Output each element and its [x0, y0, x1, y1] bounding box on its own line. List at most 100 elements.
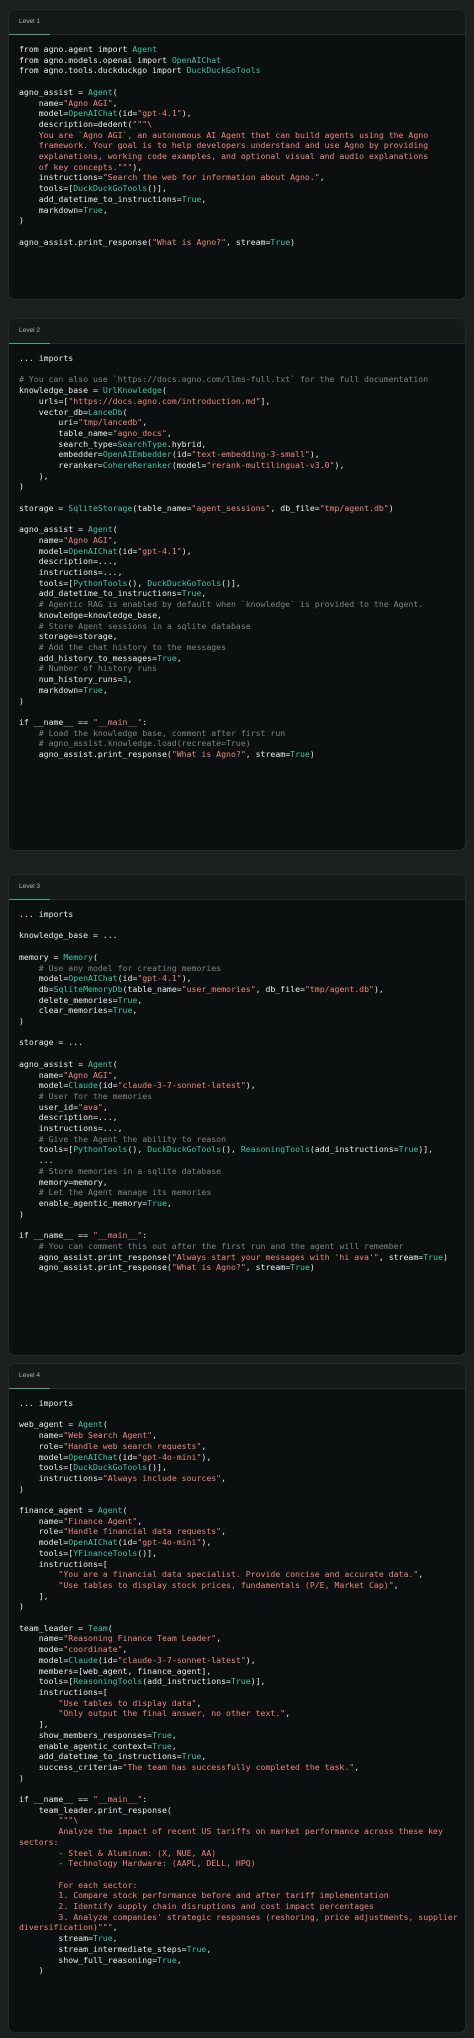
code-token: storage =	[19, 502, 69, 513]
code-token: tools=[	[19, 183, 74, 194]
code-token: ,	[122, 1644, 128, 1655]
code-line: show_full_reasoning=True,	[19, 1954, 181, 1965]
code-token: (add_instructions=	[309, 1144, 399, 1155]
code-token: ,	[221, 1472, 227, 1483]
code-token: # agno_assist.knowledge.load(recreate=Tr…	[19, 738, 251, 749]
code-token: reranker=	[19, 460, 103, 471]
tab-level-4[interactable]: Level 4	[9, 1364, 50, 1389]
code-token: True	[147, 1197, 167, 1208]
code-token: (table_name=	[122, 983, 182, 994]
code-line: agno_assist = Agent(	[19, 524, 118, 534]
code-token: enable_agentic_memory=	[19, 1197, 148, 1208]
tab-level-2[interactable]: Level 2	[9, 319, 50, 344]
code-line: ),	[19, 471, 49, 481]
code-token: ,	[166, 1197, 172, 1208]
code-line: ... imports	[19, 353, 73, 363]
code-token: True	[186, 1943, 207, 1954]
code-line: storage = SqliteStorage(table_name="agen…	[19, 503, 394, 513]
code-token: show_full_reasoning=	[19, 1954, 158, 1965]
code-token: "gpt-4.1"	[137, 973, 182, 984]
code-token: knowledge_base =	[19, 385, 103, 396]
code-line: vector_db=LanceDb(	[19, 406, 128, 417]
code-token: num_history_runs=	[19, 674, 123, 685]
code-line: # Add the chat history to the messages	[19, 642, 226, 652]
code-token: members=[web_agent, finance_agent],	[19, 1665, 212, 1676]
tab-level-1[interactable]: Level 1	[9, 10, 50, 35]
code-token: , db_file=	[270, 502, 320, 513]
tab-bar: Level 2	[9, 319, 465, 344]
code-token: ,	[319, 172, 325, 183]
code-token: knowledge=knowledge_base,	[19, 609, 162, 620]
code-token: Claude	[68, 1654, 98, 1665]
code-token: OpenAIChat	[68, 1451, 118, 1462]
code-token: :	[142, 716, 148, 727]
code-line: model=OpenAIChat(id="gpt-4.1"),	[19, 973, 192, 983]
code-token: "__main__"	[92, 1230, 143, 1241]
code-token: )],	[250, 1676, 266, 1687]
code-token: model=	[19, 1654, 69, 1665]
code-token: (	[112, 86, 118, 97]
code-line: name="Finance Agent",	[19, 1516, 143, 1526]
code-line: )	[19, 1209, 24, 1219]
code-token: Team	[88, 1622, 108, 1633]
code-token: team_leader =	[19, 1622, 89, 1633]
code-token: (id=	[117, 1537, 138, 1548]
code-line: - Technology Hardware: (AAPL, DELL, HPQ)	[19, 1858, 255, 1868]
tab-level-3[interactable]: Level 3	[9, 875, 50, 900]
code-token: agno_assist.print_response(	[19, 1262, 172, 1273]
code-token: description=...,	[19, 556, 118, 567]
code-token: ,	[216, 1633, 222, 1644]
code-token: (id=	[97, 1080, 118, 1091]
code-line: success_criteria="The team has successfu…	[19, 1762, 359, 1772]
code-line: reranker=CohereReranker(model="rerank-mu…	[19, 460, 344, 470]
code-token: ,	[171, 1729, 177, 1740]
code-token: , stream=	[226, 236, 271, 247]
code-token: "Agno AGI"	[63, 534, 113, 545]
code-token: OpenAIChat	[171, 54, 222, 65]
code-token: True	[181, 1751, 202, 1762]
page: Level 1 from agno.agent import Agent fro…	[0, 0, 474, 2038]
code-line: ... imports	[19, 909, 73, 919]
code-token: ),	[373, 983, 384, 994]
code-token: ),	[132, 161, 143, 172]
code-token: of key concepts."""	[19, 161, 133, 172]
code-token: (	[122, 406, 128, 417]
code-line: # Let the Agent manage its memories	[19, 1187, 212, 1197]
tab-bar: Level 1	[9, 10, 465, 35]
code-line: )	[19, 1965, 44, 1975]
code-token: ),	[181, 973, 192, 984]
code-line: enable_agentic_context=True,	[19, 1741, 177, 1751]
code-token: # You can comment this out after the fir…	[19, 1240, 404, 1251]
code-line: ... imports	[19, 1398, 73, 1408]
code-line: """\	[19, 1815, 78, 1825]
code-token: markdown=	[19, 204, 84, 215]
code-token: agno_assist =	[19, 86, 89, 97]
code-token: YFinanceTools	[73, 1547, 138, 1558]
code-token: tools=[	[19, 1547, 74, 1558]
code-token: (	[112, 524, 118, 535]
code-line: instructions=[	[19, 1559, 108, 1569]
code-token: # Number of history runs	[19, 663, 158, 674]
code-token: "Search the web for information about Ag…	[102, 172, 320, 183]
code-line: model=OpenAIChat(id="gpt-4.1"),	[19, 546, 192, 556]
code-token: True	[423, 1251, 443, 1262]
code-token: ,	[142, 417, 148, 428]
code-token: agno_assist =	[19, 1058, 89, 1069]
code-line: knowledge_base = ...	[19, 930, 118, 940]
code-token: ),	[19, 470, 49, 481]
code-line: if __name__ == "__main__":	[19, 1794, 147, 1804]
code-token: 3. Analyze companies' strategic response…	[19, 1911, 458, 1922]
code-token: SearchType	[117, 438, 167, 449]
code-token: ),	[245, 1654, 256, 1665]
code-token: ,	[206, 1943, 212, 1954]
code-token: ,	[102, 204, 108, 215]
code-line: of key concepts."""),	[19, 161, 143, 172]
code-token: True	[290, 749, 310, 760]
code-token: True	[157, 1954, 177, 1965]
code-token: "Always include sources"	[102, 1472, 222, 1483]
code-token: # Use any model for creating memories	[19, 962, 222, 973]
code-token: model=	[19, 108, 69, 119]
code-token: (	[92, 951, 98, 962]
code-token: tools=[	[19, 1676, 74, 1687]
code-line: role="Handle financial data requests",	[19, 1526, 226, 1536]
